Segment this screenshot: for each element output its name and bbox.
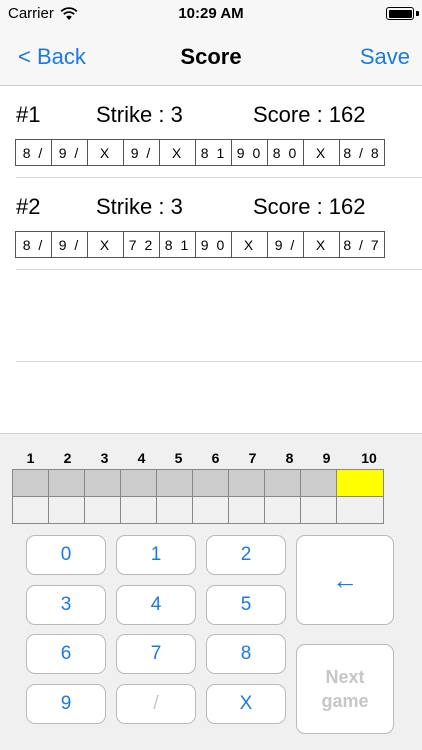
grid-cell xyxy=(156,496,193,524)
game-number: #2 xyxy=(16,194,41,219)
current-game-grid xyxy=(12,469,384,524)
frame-cell: X xyxy=(303,231,340,258)
grid-cell[interactable] xyxy=(264,469,301,497)
backspace-button[interactable]: ← xyxy=(296,535,394,625)
key-6[interactable]: 6 xyxy=(26,634,106,674)
game-row[interactable]: #1 Strike : 3 Score : 162 8 / 9 / X 9 / … xyxy=(0,86,422,178)
status-bar: Carrier 10:29 AM xyxy=(0,0,422,28)
frame-cell: X xyxy=(87,139,124,166)
save-button[interactable]: Save xyxy=(360,44,410,70)
grid-cell xyxy=(300,496,337,524)
frame-cell: 8 0 xyxy=(267,139,304,166)
key-0[interactable]: 0 xyxy=(26,535,106,575)
game-score: Score : 162 xyxy=(253,102,366,127)
frame-number: 3 xyxy=(100,450,109,466)
frame-number: 9 xyxy=(322,450,331,466)
strike-count: Strike : 3 xyxy=(96,102,183,127)
grid-cell xyxy=(264,496,301,524)
grid-cell[interactable] xyxy=(300,469,337,497)
grid-row-rolls xyxy=(12,469,384,497)
frame-cell: X xyxy=(87,231,124,258)
frame-number: 6 xyxy=(211,450,220,466)
grid-cell xyxy=(48,496,85,524)
game-row[interactable]: #2 Strike : 3 Score : 162 8 / 9 / X 7 2 … xyxy=(0,178,422,270)
frame-row: 8 / 9 / X 9 / X 8 1 9 0 8 0 X 8 / 8 xyxy=(15,139,385,166)
battery-icon xyxy=(386,7,414,20)
key-4[interactable]: 4 xyxy=(116,585,196,625)
grid-cell xyxy=(336,496,384,524)
next-game-label-line1: Next xyxy=(325,667,365,687)
frame-number: 2 xyxy=(63,450,72,466)
game-score: Score : 162 xyxy=(253,194,366,219)
key-3[interactable]: 3 xyxy=(26,585,106,625)
frame-cell-tenth: 8 / 7 xyxy=(339,231,385,258)
frame-number: 7 xyxy=(248,450,257,466)
grid-cell xyxy=(192,496,229,524)
grid-cell xyxy=(12,496,49,524)
frame-cell: 9 / xyxy=(51,231,88,258)
grid-cell[interactable] xyxy=(48,469,85,497)
key-spare[interactable]: / xyxy=(116,684,196,724)
grid-cell xyxy=(84,496,121,524)
frame-cell: 8 1 xyxy=(159,231,196,258)
frame-cell: 9 / xyxy=(123,139,160,166)
status-time: 10:29 AM xyxy=(178,5,244,22)
frame-cell: 8 / xyxy=(15,139,52,166)
grid-cell[interactable] xyxy=(228,469,265,497)
backspace-icon: ← xyxy=(332,564,358,595)
list-divider xyxy=(16,361,422,362)
frame-number: 8 xyxy=(285,450,294,466)
score-keypad: 1 2 3 4 5 6 7 8 9 10 0 1 2 3 4 5 6 7 8 9… xyxy=(0,433,422,750)
frame-row: 8 / 9 / X 7 2 8 1 9 0 X 9 / X 8 / 7 xyxy=(15,231,385,258)
frame-cell: 9 0 xyxy=(195,231,232,258)
key-9[interactable]: 9 xyxy=(26,684,106,724)
grid-cell[interactable] xyxy=(120,469,157,497)
next-game-label-line2: game xyxy=(321,691,369,711)
key-1[interactable]: 1 xyxy=(116,535,196,575)
frame-cell: 9 / xyxy=(267,231,304,258)
frame-cell: X xyxy=(303,139,340,166)
grid-cell[interactable] xyxy=(156,469,193,497)
frame-number: 1 xyxy=(26,450,35,466)
grid-cell-current[interactable] xyxy=(336,469,384,497)
grid-cell[interactable] xyxy=(84,469,121,497)
frame-number: 4 xyxy=(137,450,146,466)
strike-count: Strike : 3 xyxy=(96,194,183,219)
grid-cell[interactable] xyxy=(192,469,229,497)
next-game-button[interactable]: Next game xyxy=(296,644,394,734)
frame-cell: 7 2 xyxy=(123,231,160,258)
frame-cell: 9 0 xyxy=(231,139,268,166)
frame-cell: X xyxy=(231,231,268,258)
grid-cell[interactable] xyxy=(12,469,49,497)
frame-cell: 8 1 xyxy=(195,139,232,166)
game-number: #1 xyxy=(16,102,41,127)
key-5[interactable]: 5 xyxy=(206,585,286,625)
frame-number: 10 xyxy=(361,450,377,466)
key-7[interactable]: 7 xyxy=(116,634,196,674)
key-strike[interactable]: X xyxy=(206,684,286,724)
page-title: Score xyxy=(180,44,242,69)
frame-cell: 8 / xyxy=(15,231,52,258)
battery-tip xyxy=(416,11,419,16)
key-8[interactable]: 8 xyxy=(206,634,286,674)
grid-cell xyxy=(120,496,157,524)
grid-cell xyxy=(228,496,265,524)
frame-cell: 9 / xyxy=(51,139,88,166)
frame-number: 5 xyxy=(174,450,183,466)
frame-number-header: 1 2 3 4 5 6 7 8 9 10 xyxy=(12,450,393,466)
frame-cell-tenth: 8 / 8 xyxy=(339,139,385,166)
grid-row-totals xyxy=(12,496,384,524)
nav-bar: < Back Score Save xyxy=(0,28,422,86)
frame-cell: X xyxy=(159,139,196,166)
key-2[interactable]: 2 xyxy=(206,535,286,575)
